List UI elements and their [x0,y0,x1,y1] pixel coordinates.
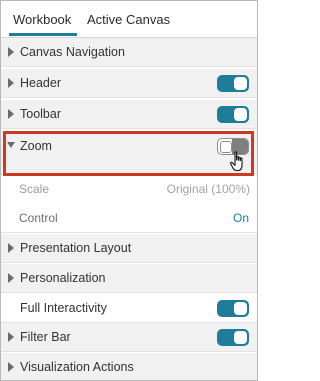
filter-bar-toggle[interactable] [217,329,249,346]
section-label: Canvas Navigation [20,45,125,59]
section-label: Personalization [20,271,106,285]
caret-right-icon [8,243,14,253]
section-label: Full Interactivity [20,301,107,315]
section-visualization-actions[interactable]: Visualization Actions [1,353,257,380]
caret-right-icon [8,273,14,283]
workbook-properties-panel: Workbook Active Canvas Canvas Navigation… [0,0,258,381]
section-filter-bar[interactable]: Filter Bar [1,323,257,352]
section-label: Filter Bar [20,330,71,344]
section-label: Toolbar [20,107,61,121]
zoom-scale-row: Scale Original (100%) [1,175,257,204]
tab-workbook[interactable]: Workbook [13,12,71,27]
caret-right-icon [8,362,14,372]
section-personalization[interactable]: Personalization [1,264,257,293]
hand-pointer-icon [229,151,243,172]
section-label: Presentation Layout [20,241,132,255]
control-label: Control [19,211,58,225]
toggle-knob [234,108,247,121]
header-toggle[interactable] [217,75,249,92]
scale-value[interactable]: Original (100%) [167,182,250,196]
section-label: Header [20,76,61,90]
caret-down-icon [7,142,15,148]
section-toolbar[interactable]: Toolbar [1,100,257,129]
active-tab-indicator [9,33,77,36]
section-full-interactivity: Full Interactivity [1,294,257,323]
full-interactivity-toggle[interactable] [217,300,249,317]
caret-right-icon [8,47,14,57]
toolbar-toggle[interactable] [217,106,249,123]
tab-active-canvas[interactable]: Active Canvas [87,12,170,27]
toggle-knob [234,77,247,90]
section-label: Visualization Actions [20,360,134,374]
toggle-knob [234,302,247,315]
caret-right-icon [8,109,14,119]
section-zoom[interactable]: Zoom [1,131,257,175]
caret-right-icon [8,332,14,342]
caret-right-icon [8,78,14,88]
zoom-control-row: Control On [1,204,257,233]
toggle-knob [234,331,247,344]
tab-bar: Workbook Active Canvas [1,1,257,38]
section-presentation-layout[interactable]: Presentation Layout [1,234,257,263]
section-label: Zoom [20,139,52,153]
section-header[interactable]: Header [1,69,257,98]
scale-label: Scale [19,182,50,196]
control-value[interactable]: On [233,211,249,225]
section-canvas-navigation[interactable]: Canvas Navigation [1,38,257,67]
